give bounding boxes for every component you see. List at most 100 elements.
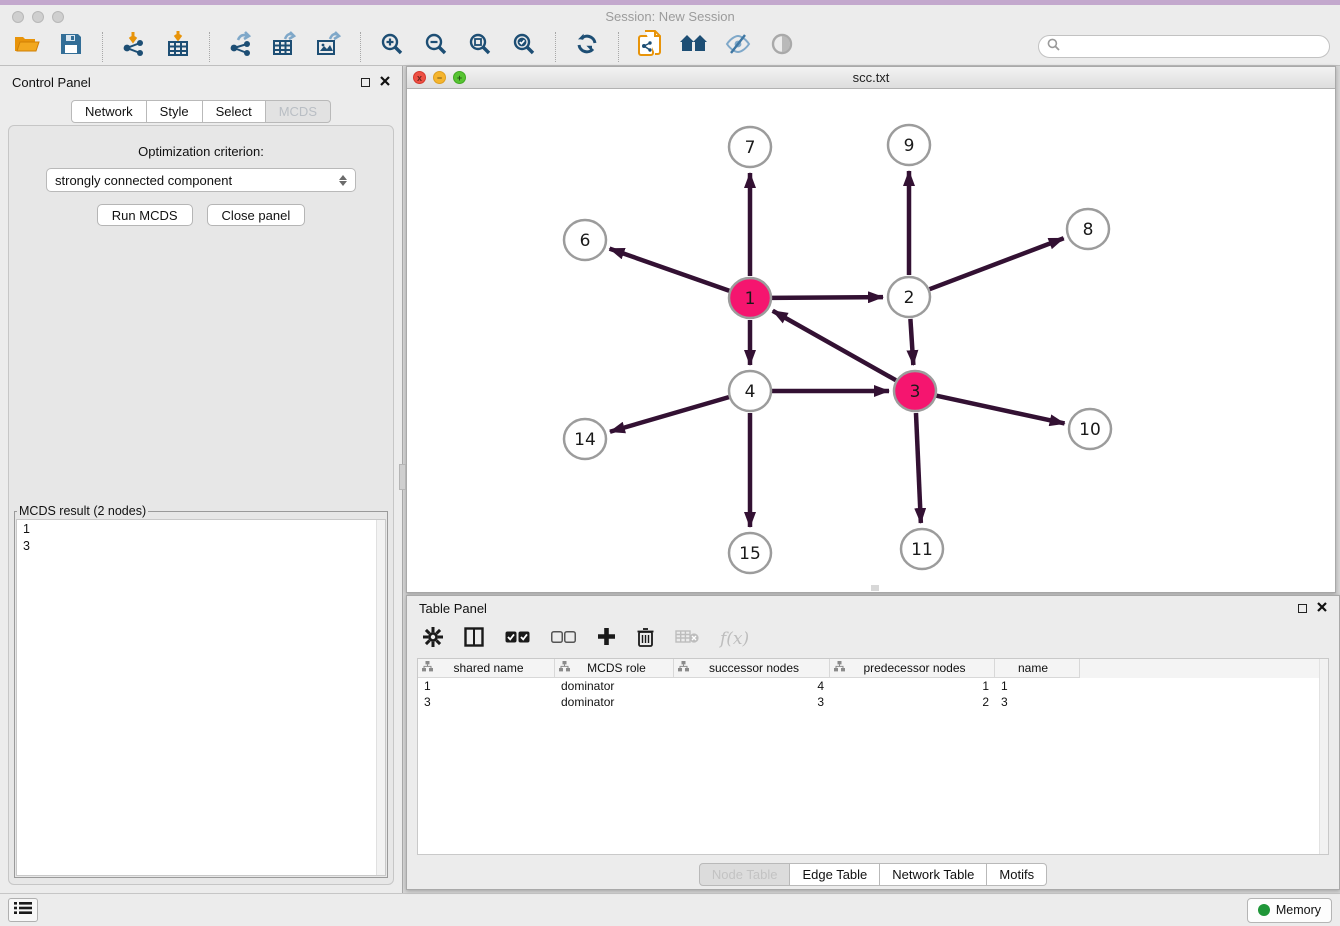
edge-1-2[interactable]: [772, 297, 883, 298]
save-session-button[interactable]: [54, 31, 88, 63]
zoom-fit-icon: [468, 32, 492, 61]
criterion-dropdown[interactable]: strongly connected component: [46, 168, 356, 192]
edge-3-1[interactable]: [773, 311, 896, 380]
close-panel-icon[interactable]: [1317, 599, 1327, 617]
node-8[interactable]: 8: [1067, 209, 1109, 249]
fx-icon: f(x): [720, 629, 749, 649]
close-panel-button[interactable]: Close panel: [207, 204, 306, 226]
node-4[interactable]: 4: [729, 371, 771, 411]
create-column-button[interactable]: [597, 627, 616, 651]
minimize-window-button[interactable]: [32, 11, 44, 23]
table-row[interactable]: 1 dominator 4 1 1: [418, 678, 1328, 694]
network-canvas[interactable]: 7 9 6 8 1 2 4 3 14 10 15 11: [407, 89, 1335, 592]
frame-maximize-icon[interactable]: +: [453, 71, 466, 84]
tab-select[interactable]: Select: [203, 100, 266, 123]
node-7[interactable]: 7: [729, 127, 771, 167]
frame-minimize-icon[interactable]: −: [433, 71, 446, 84]
panel-splitter-handle[interactable]: [399, 464, 406, 490]
memory-status-icon: [1258, 904, 1270, 916]
tab-network-table[interactable]: Network Table: [880, 863, 987, 886]
node-1[interactable]: 1: [729, 278, 771, 318]
mcds-panel: Optimization criterion: strongly connect…: [8, 125, 394, 885]
split-table-button[interactable]: [464, 627, 484, 652]
column-header-predecessor-nodes[interactable]: predecessor nodes: [830, 659, 995, 678]
table-scrollbar[interactable]: [1319, 659, 1328, 854]
tab-style[interactable]: Style: [147, 100, 203, 123]
tab-network[interactable]: Network: [71, 100, 147, 123]
node-15[interactable]: 15: [729, 533, 771, 573]
edge-3-11[interactable]: [916, 413, 921, 523]
float-panel-icon[interactable]: [361, 78, 370, 87]
node-3[interactable]: 3: [894, 371, 936, 411]
edge-4-14[interactable]: [610, 397, 729, 432]
tab-edge-table[interactable]: Edge Table: [790, 863, 880, 886]
export-table-icon: [272, 31, 298, 62]
zoom-fit-button[interactable]: [463, 31, 497, 63]
select-all-columns-button[interactable]: [505, 630, 530, 648]
edge-1-6[interactable]: [610, 249, 730, 291]
node-11[interactable]: 11: [901, 529, 943, 569]
zoom-selected-button[interactable]: [507, 31, 541, 63]
table-settings-button[interactable]: [423, 627, 443, 652]
open-session-button[interactable]: [10, 31, 44, 63]
close-window-button[interactable]: [12, 11, 24, 23]
node-2[interactable]: 2: [888, 277, 930, 317]
zoom-out-button[interactable]: [419, 31, 453, 63]
search-field[interactable]: [1038, 35, 1330, 58]
tab-mcds[interactable]: MCDS: [266, 100, 331, 123]
edge-2-3[interactable]: [910, 319, 913, 365]
result-line: 1: [17, 520, 385, 537]
deselect-all-columns-button[interactable]: [551, 630, 576, 648]
first-neighbors-button[interactable]: [677, 31, 711, 63]
apply-layout-button[interactable]: [570, 31, 604, 63]
result-scrollbar[interactable]: [376, 520, 385, 875]
show-all-button[interactable]: [765, 31, 799, 63]
export-image-button[interactable]: [312, 31, 346, 63]
open-folder-icon: [14, 33, 40, 60]
frame-close-icon[interactable]: x: [413, 71, 426, 84]
search-input[interactable]: [1065, 40, 1321, 54]
export-network-button[interactable]: [224, 31, 258, 63]
canvas-scroll-thumb[interactable]: [871, 585, 879, 591]
node-9[interactable]: 9: [888, 125, 930, 165]
export-table-button[interactable]: [268, 31, 302, 63]
criterion-value: strongly connected component: [55, 173, 232, 188]
delete-column-button-disabled: [675, 629, 699, 649]
column-header-successor-nodes[interactable]: successor nodes: [674, 659, 830, 678]
column-header-name[interactable]: name: [995, 659, 1080, 678]
network-window-titlebar[interactable]: x − + scc.txt: [407, 67, 1335, 89]
node-6[interactable]: 6: [564, 220, 606, 260]
close-panel-icon[interactable]: [380, 73, 390, 91]
delete-row-button[interactable]: [637, 627, 654, 652]
mcds-result-box[interactable]: 1 3: [16, 519, 386, 876]
import-table-button[interactable]: [161, 31, 195, 63]
window-controls[interactable]: [12, 11, 64, 23]
network-graph[interactable]: 7 9 6 8 1 2 4 3 14 10 15 11: [407, 89, 1335, 592]
float-panel-icon[interactable]: [1298, 604, 1307, 613]
network-window-title: scc.txt: [407, 70, 1335, 85]
node-table[interactable]: shared name MCDS role successor nodes pr…: [417, 658, 1329, 855]
tab-node-table[interactable]: Node Table: [699, 863, 791, 886]
import-network-button[interactable]: [117, 31, 151, 63]
cell-shared-name: 1: [418, 678, 555, 694]
application-window: Session: New Session: [0, 0, 1340, 926]
memory-label: Memory: [1276, 903, 1321, 917]
table-row[interactable]: 3 dominator 3 2 3: [418, 694, 1328, 710]
edge-2-8[interactable]: [930, 238, 1064, 289]
cell-successor-nodes: 3: [674, 694, 830, 710]
tab-motifs[interactable]: Motifs: [987, 863, 1047, 886]
new-network-from-selection-button[interactable]: [633, 31, 667, 63]
column-header-mcds-role[interactable]: MCDS role: [555, 659, 674, 678]
zoom-in-button[interactable]: [375, 31, 409, 63]
export-network-icon: [228, 31, 254, 62]
edge-3-10[interactable]: [936, 396, 1064, 424]
run-mcds-button[interactable]: Run MCDS: [97, 204, 193, 226]
memory-button[interactable]: Memory: [1247, 898, 1332, 923]
node-10[interactable]: 10: [1069, 409, 1111, 449]
hide-selected-button[interactable]: [721, 31, 755, 63]
maximize-window-button[interactable]: [52, 11, 64, 23]
import-network-icon: [121, 31, 147, 62]
task-history-button[interactable]: [8, 898, 38, 922]
column-header-shared-name[interactable]: shared name: [418, 659, 555, 678]
node-14[interactable]: 14: [564, 419, 606, 459]
